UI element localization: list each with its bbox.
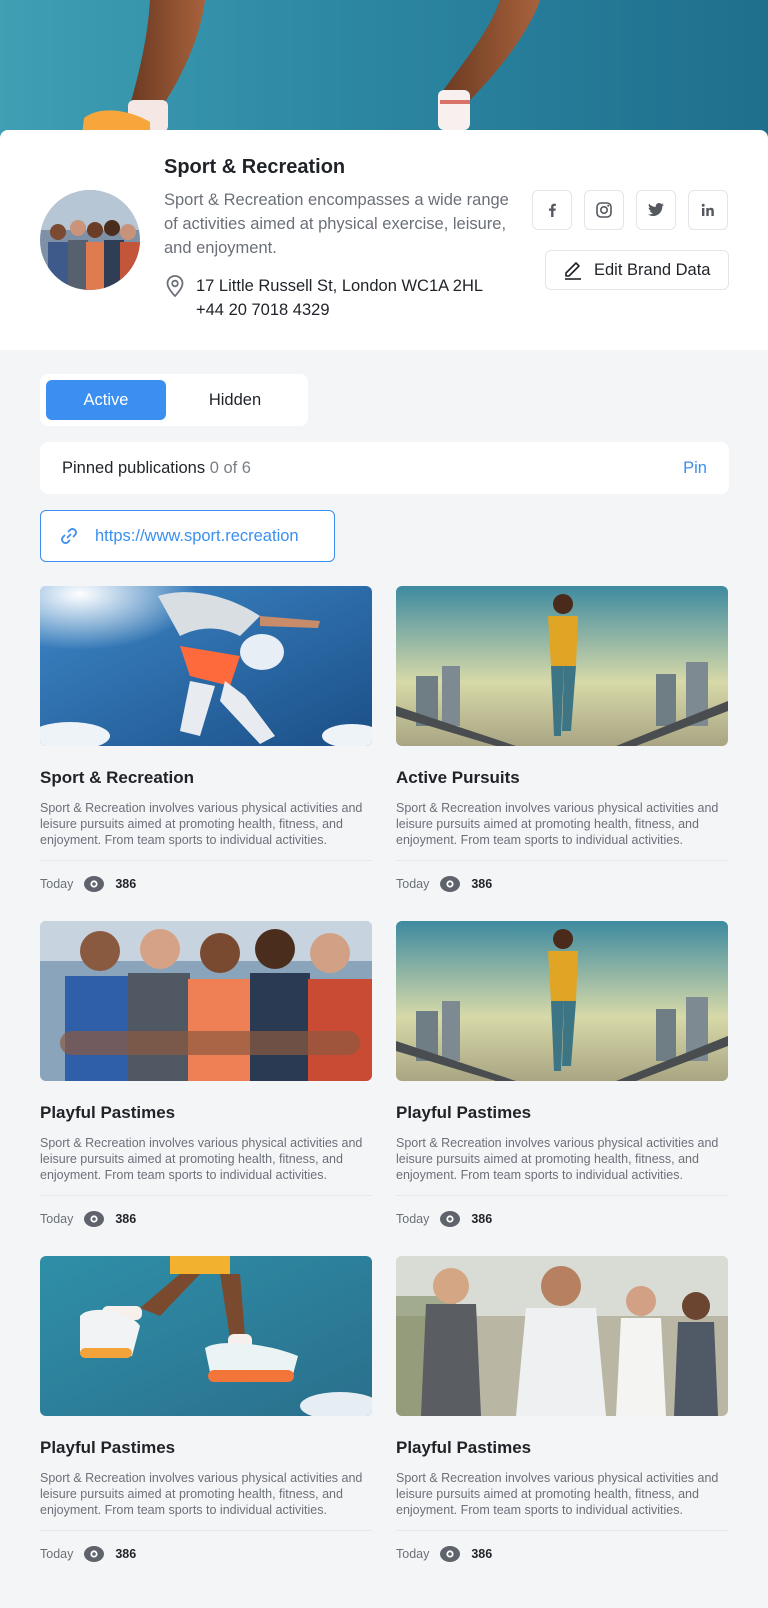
- eye-icon: [84, 1546, 105, 1562]
- publication-description: Sport & Recreation involves various phys…: [40, 1135, 372, 1196]
- tab-active[interactable]: Active: [46, 380, 166, 420]
- publication-description: Sport & Recreation involves various phys…: [396, 800, 728, 861]
- link-icon: [61, 528, 77, 544]
- instagram-icon: [596, 202, 612, 218]
- publication-meta: Today 386: [396, 1545, 728, 1563]
- brand-contact: 17 Little Russell St, London WC1A 2HL +4…: [196, 274, 483, 322]
- publication-meta: Today 386: [396, 1210, 728, 1228]
- twitter-button[interactable]: [636, 190, 676, 230]
- publication-image: [40, 586, 372, 746]
- pinned-publications-bar: Pinned publications 0 of 6 Pin: [40, 442, 729, 494]
- publication-title: Active Pursuits: [396, 768, 520, 787]
- publication-meta: Today 386: [40, 1545, 372, 1563]
- publication-views: 386: [115, 877, 137, 891]
- publication-description: Sport & Recreation involves various phys…: [396, 1470, 728, 1531]
- location-pin-icon: [164, 274, 186, 303]
- twitter-icon: [648, 203, 664, 216]
- publication-date: Today: [40, 1212, 74, 1226]
- pencil-icon: [565, 262, 581, 280]
- publication-date: Today: [40, 1547, 74, 1561]
- brand-avatar: [40, 190, 140, 290]
- publication-image: [396, 1256, 728, 1416]
- publication-tabs: Active Hidden: [40, 374, 308, 426]
- publication-title: Playful Pastimes: [396, 1438, 532, 1457]
- publication-date: Today: [396, 877, 430, 891]
- publication-description: Sport & Recreation involves various phys…: [40, 800, 372, 861]
- publication-views: 386: [115, 1212, 137, 1226]
- eye-icon: [84, 876, 105, 892]
- pinned-publications-text: Pinned publications 0 of 6: [62, 459, 251, 478]
- brand-address: 17 Little Russell St, London WC1A 2HL: [196, 277, 484, 295]
- eye-icon: [84, 1211, 105, 1227]
- publication-date: Today: [396, 1212, 430, 1226]
- publication-date: Today: [396, 1547, 430, 1561]
- publication-card[interactable]: Sport & Recreation Sport & Recreation in…: [40, 586, 372, 893]
- eye-icon: [440, 1211, 461, 1227]
- publication-card[interactable]: Playful Pastimes Sport & Recreation invo…: [396, 1256, 728, 1563]
- publication-meta: Today 386: [40, 1210, 372, 1228]
- brand-description: Sport & Recreation encompasses a wide ra…: [164, 191, 509, 257]
- cover-image: [0, 0, 768, 150]
- brand-phone: +44 20 7018 4329: [196, 301, 330, 319]
- pin-button[interactable]: Pin: [683, 459, 707, 478]
- publication-image: [396, 586, 728, 746]
- publication-meta: Today 386: [396, 875, 728, 893]
- publication-title: Playful Pastimes: [40, 1438, 176, 1457]
- publication-image: [40, 1256, 372, 1416]
- eye-icon: [440, 1546, 461, 1562]
- facebook-button[interactable]: [532, 190, 572, 230]
- eye-icon: [440, 876, 461, 892]
- instagram-button[interactable]: [584, 190, 624, 230]
- edit-brand-data-label: Edit Brand Data: [594, 260, 711, 279]
- publication-description: Sport & Recreation involves various phys…: [40, 1470, 372, 1531]
- brand-title: Sport & Recreation: [164, 156, 346, 178]
- linkedin-button[interactable]: [688, 190, 728, 230]
- publication-views: 386: [471, 877, 493, 891]
- tab-hidden[interactable]: Hidden: [168, 380, 302, 420]
- publication-card[interactable]: Playful Pastimes Sport & Recreation invo…: [40, 921, 372, 1228]
- publication-description: Sport & Recreation involves various phys…: [396, 1135, 728, 1196]
- pinned-label: Pinned publications: [62, 459, 206, 477]
- publication-title: Sport & Recreation: [40, 768, 194, 787]
- publication-card[interactable]: Active Pursuits Sport & Recreation invol…: [396, 586, 728, 893]
- edit-brand-data-button[interactable]: Edit Brand Data: [545, 250, 729, 290]
- publication-image: [396, 921, 728, 1081]
- brand-url-text: https://www.sport.recreation: [95, 526, 299, 545]
- brand-profile-card: Sport & Recreation Sport & Recreation en…: [0, 130, 768, 350]
- cover-illustration: [82, 0, 540, 138]
- publication-date: Today: [40, 877, 74, 891]
- publication-views: 386: [471, 1547, 493, 1561]
- publication-views: 386: [471, 1212, 493, 1226]
- pinned-count: 0 of 6: [209, 459, 251, 477]
- publication-title: Playful Pastimes: [40, 1103, 176, 1122]
- publication-card[interactable]: Playful Pastimes Sport & Recreation invo…: [396, 921, 728, 1228]
- publication-title: Playful Pastimes: [396, 1103, 532, 1122]
- linkedin-icon: [701, 203, 714, 216]
- publication-image: [40, 921, 372, 1081]
- publication-views: 386: [115, 1547, 137, 1561]
- publication-card[interactable]: Playful Pastimes Sport & Recreation invo…: [40, 1256, 372, 1563]
- brand-url-link[interactable]: https://www.sport.recreation: [40, 510, 335, 562]
- publication-meta: Today 386: [40, 875, 372, 893]
- facebook-icon: [549, 203, 556, 217]
